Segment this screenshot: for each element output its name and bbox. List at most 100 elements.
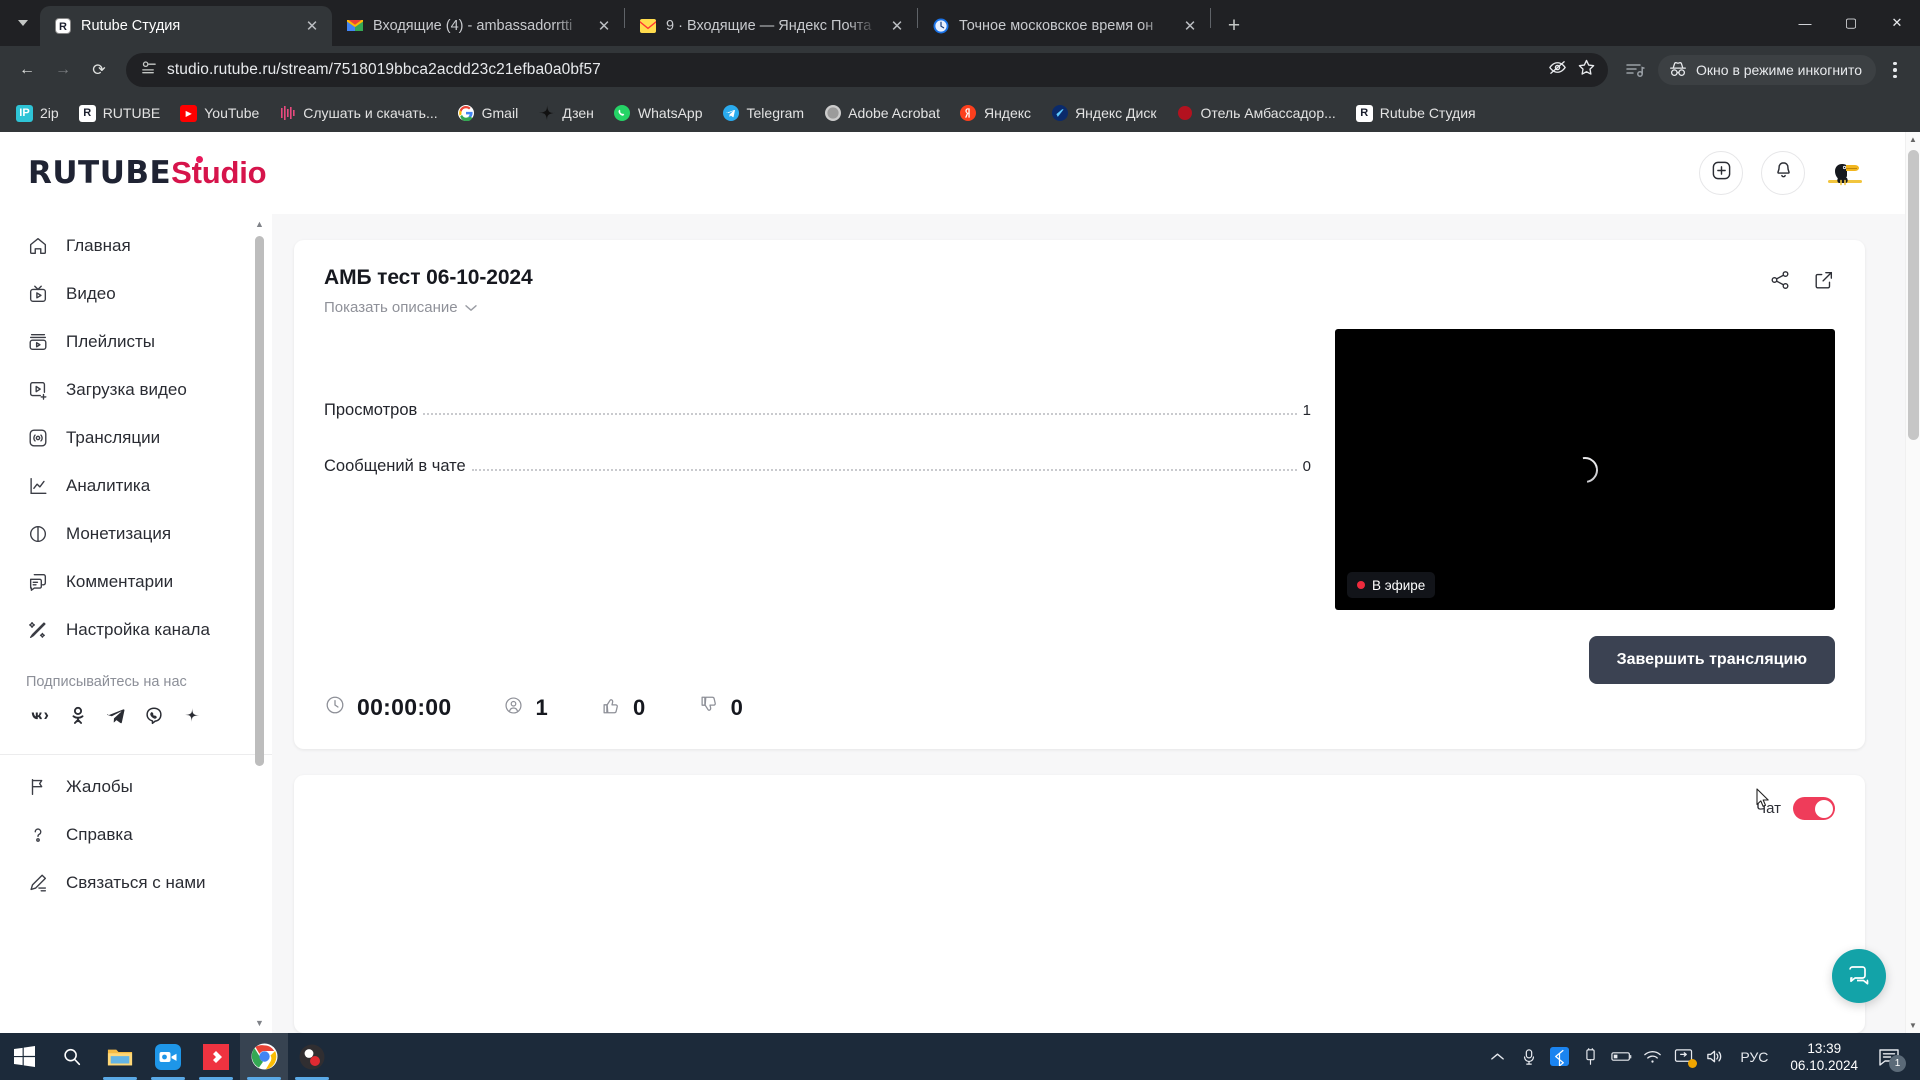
browser-tab-rutube[interactable]: R Rutube Студия ✕ [40, 6, 332, 46]
bookmark-acrobat[interactable]: Adobe Acrobat [816, 100, 948, 127]
sidebar-item-complaints[interactable]: Жалобы [0, 763, 272, 811]
dzen-icon[interactable] [178, 702, 206, 730]
bookmark-gmail[interactable]: Gmail [450, 100, 527, 127]
sidebar-item-help[interactable]: Справка [0, 811, 272, 859]
bookmark-star-icon[interactable] [1577, 58, 1596, 82]
chat-toggle[interactable] [1793, 797, 1835, 820]
sidebar-item-upload[interactable]: Загрузка видео [0, 366, 272, 414]
bookmark-whatsapp[interactable]: WhatsApp [606, 100, 711, 127]
sidebar-item-playlists[interactable]: Плейлисты [0, 318, 272, 366]
scroll-down-icon[interactable]: ▼ [255, 1019, 264, 1028]
browser-tab-gmail[interactable]: Входящие (4) - ambassadorrtti ✕ [332, 6, 624, 46]
close-icon[interactable]: ✕ [887, 16, 907, 36]
chrome-menu-button[interactable] [1880, 53, 1910, 87]
comments-icon [26, 570, 50, 594]
odnoklassniki-icon[interactable] [64, 702, 92, 730]
bookmark-hotel[interactable]: Отель Амбассадор... [1168, 100, 1343, 127]
new-tab-button[interactable]: + [1217, 9, 1251, 43]
browser-toolbar: ← → ⟳ studio.rutube.ru/stream/7518019bbc… [0, 46, 1920, 94]
site-settings-icon[interactable] [140, 59, 157, 81]
sidebar-divider [0, 754, 272, 755]
sidebar-item-comments[interactable]: Комментарии [0, 558, 272, 606]
scroll-up-icon[interactable]: ▲ [1906, 132, 1920, 147]
end-stream-button[interactable]: Завершить трансляцию [1588, 636, 1835, 684]
clock[interactable]: 13:39 06.10.2024 [1778, 1040, 1870, 1074]
notifications-button[interactable] [1761, 151, 1805, 195]
forward-button[interactable]: → [46, 53, 80, 87]
volume-button[interactable] [1699, 1033, 1730, 1080]
reading-list-icon[interactable] [1618, 53, 1652, 87]
avatar[interactable] [1823, 153, 1867, 193]
obs-app-button[interactable] [288, 1033, 336, 1080]
sidebar-scroll-thumb[interactable] [255, 236, 264, 766]
close-icon[interactable]: ✕ [302, 16, 322, 36]
bookmark-label: Яндекс Диск [1075, 105, 1157, 121]
camera-app-button[interactable] [144, 1033, 192, 1080]
reload-button[interactable]: ⟳ [82, 53, 116, 87]
sidebar-item-monetization[interactable]: Монетизация [0, 510, 272, 558]
support-chat-button[interactable] [1832, 949, 1886, 1003]
page-scroll-thumb[interactable] [1908, 150, 1919, 440]
chrome-app-button[interactable] [240, 1033, 288, 1080]
sidebar-item-home[interactable]: Главная [0, 222, 272, 270]
display-button[interactable] [1668, 1033, 1699, 1080]
battery-button[interactable] [1606, 1033, 1637, 1080]
minimize-button[interactable]: — [1782, 0, 1828, 46]
bell-icon [1773, 160, 1794, 186]
sidebar-item-label: Комментарии [66, 572, 174, 591]
bookmark-yandex[interactable]: Яндекс [952, 100, 1039, 127]
show-desktop-button[interactable] [1908, 1033, 1914, 1080]
page-scrollbar[interactable]: ▲ ▼ [1905, 132, 1920, 1033]
back-button[interactable]: ← [10, 53, 44, 87]
address-bar[interactable]: studio.rutube.ru/stream/7518019bbca2acdd… [126, 53, 1609, 87]
bluetooth-button[interactable] [1544, 1033, 1575, 1080]
bookmark-label: Adobe Acrobat [848, 105, 940, 121]
create-button[interactable] [1699, 151, 1743, 195]
bookmark-music[interactable]: Слушать и скачать... [271, 100, 445, 127]
logo-dot-icon [196, 156, 203, 163]
close-icon[interactable]: ✕ [1180, 16, 1200, 36]
tracking-protection-icon[interactable] [1548, 58, 1567, 82]
start-button[interactable] [0, 1033, 48, 1080]
incognito-indicator[interactable]: Окно в режиме инкогнито [1658, 55, 1876, 85]
microphone-button[interactable] [1513, 1033, 1544, 1080]
bookmark-youtube[interactable]: ▶ YouTube [172, 100, 267, 127]
browser-tab-moscow-time[interactable]: Точное московское время он ✕ [918, 6, 1210, 46]
bookmark-yandex-disk[interactable]: Яндекс Диск [1043, 100, 1164, 127]
video-preview[interactable]: В эфире [1335, 329, 1835, 610]
usb-icon [1586, 1047, 1596, 1065]
wifi-button[interactable] [1637, 1033, 1668, 1080]
notifications-center-button[interactable]: 1 [1870, 1033, 1908, 1080]
vk-icon[interactable] [26, 702, 54, 730]
sidebar-item-channel-settings[interactable]: Настройка канала [0, 606, 272, 654]
show-description-toggle[interactable]: Показать описание [324, 299, 477, 316]
bookmark-rutube[interactable]: R RUTUBE [71, 100, 169, 127]
sidebar-item-videos[interactable]: Видео [0, 270, 272, 318]
share-button[interactable] [1769, 269, 1791, 296]
bookmark-telegram[interactable]: Telegram [715, 100, 813, 127]
tab-search-button[interactable] [6, 0, 40, 46]
file-explorer-button[interactable] [96, 1033, 144, 1080]
sidebar-item-contact-us[interactable]: Связаться с нами [0, 859, 272, 907]
bookmark-dzen[interactable]: Дзен [530, 100, 602, 127]
scroll-down-icon[interactable]: ▼ [1906, 1018, 1920, 1033]
show-hidden-icons-button[interactable] [1482, 1033, 1513, 1080]
viber-icon[interactable] [140, 702, 168, 730]
bookmark-rutube-studio[interactable]: R Rutube Студия [1348, 100, 1484, 127]
language-indicator[interactable]: РУС [1730, 1049, 1778, 1065]
close-icon[interactable]: ✕ [594, 16, 614, 36]
search-button[interactable] [48, 1033, 96, 1080]
usb-button[interactable] [1575, 1033, 1606, 1080]
bookmark-2ip[interactable]: IP 2ip [8, 100, 67, 127]
scroll-up-icon[interactable]: ▲ [255, 220, 264, 229]
open-external-button[interactable] [1813, 269, 1835, 296]
sidebar-item-analytics[interactable]: Аналитика [0, 462, 272, 510]
sidebar-item-broadcasts[interactable]: Трансляции [0, 414, 272, 462]
anydesk-app-button[interactable] [192, 1033, 240, 1080]
telegram-icon[interactable] [102, 702, 130, 730]
browser-tab-yandex-mail[interactable]: 9 · Входящие — Яндекс Почта ✕ [625, 6, 917, 46]
stat-label: Сообщений в чате [324, 457, 466, 475]
close-window-button[interactable]: ✕ [1874, 0, 1920, 46]
maximize-button[interactable]: ▢ [1828, 0, 1874, 46]
rutube-studio-logo[interactable]: RUTUBE Studio [28, 155, 267, 191]
